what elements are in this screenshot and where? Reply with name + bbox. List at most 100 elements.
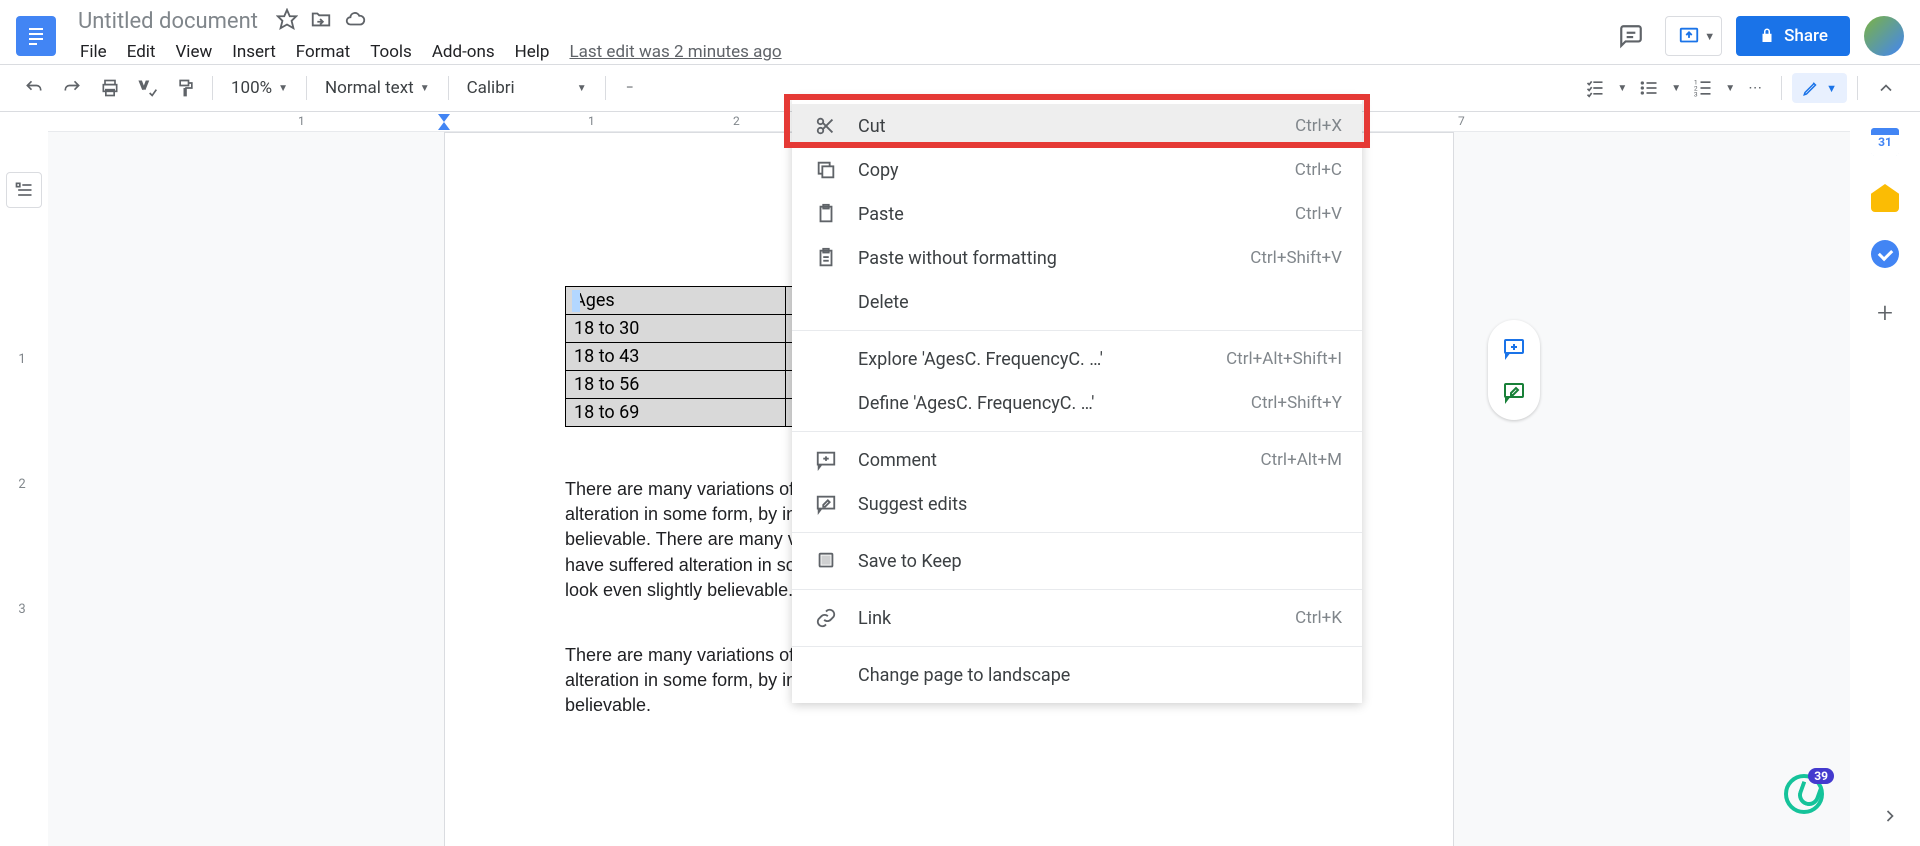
- context-menu-label: Delete: [858, 292, 1342, 313]
- last-edit-link[interactable]: Last edit was 2 minutes ago: [561, 38, 789, 66]
- add-addon-button[interactable]: +: [1877, 296, 1893, 329]
- calendar-icon[interactable]: [1871, 128, 1899, 156]
- context-menu-shortcut: Ctrl+Alt+M: [1261, 450, 1342, 470]
- blank-icon: [812, 663, 840, 687]
- context-menu-shortcut: Ctrl+V: [1295, 204, 1342, 224]
- numbered-list-button[interactable]: 123: [1685, 72, 1721, 104]
- editing-mode-button[interactable]: ▼: [1792, 73, 1847, 103]
- user-avatar[interactable]: [1864, 16, 1904, 56]
- checklist-dropdown[interactable]: ▼: [1617, 83, 1627, 94]
- copy-icon: [812, 158, 840, 182]
- menu-edit[interactable]: Edit: [119, 38, 164, 66]
- context-menu-label: Cut: [858, 116, 1295, 137]
- document-title[interactable]: Untitled document: [72, 7, 264, 36]
- context-menu-paste[interactable]: PasteCtrl+V: [792, 192, 1362, 236]
- menu-addons[interactable]: Add-ons: [424, 38, 503, 66]
- blank-icon: [812, 347, 840, 371]
- context-menu-label: Copy: [858, 160, 1295, 181]
- present-button[interactable]: ▼: [1665, 16, 1722, 56]
- menu-insert[interactable]: Insert: [224, 38, 284, 66]
- context-menu-label: Paste without formatting: [858, 248, 1250, 269]
- undo-button[interactable]: [16, 72, 52, 104]
- cloud-icon[interactable]: [344, 8, 366, 34]
- paint-format-button[interactable]: [168, 72, 204, 104]
- grammarly-badge: 39: [1808, 768, 1834, 784]
- context-menu-copy[interactable]: CopyCtrl+C: [792, 148, 1362, 192]
- suggest-icon: [812, 492, 840, 516]
- menu-format[interactable]: Format: [288, 38, 358, 66]
- menu-bar: File Edit View Insert Format Tools Add-o…: [72, 38, 1611, 66]
- indent-marker[interactable]: [438, 122, 450, 130]
- context-menu-label: Change page to landscape: [858, 665, 1342, 686]
- context-menu-save-to-keep[interactable]: Save to Keep: [792, 539, 1362, 583]
- context-menu-shortcut: Ctrl+X: [1295, 116, 1342, 136]
- header: Untitled document File Edit View Insert …: [0, 0, 1920, 64]
- suggest-edit-button[interactable]: [1496, 374, 1532, 410]
- vertical-ruler: 1 2 3: [0, 112, 48, 846]
- context-menu-comment[interactable]: CommentCtrl+Alt+M: [792, 438, 1362, 482]
- cut-icon: [812, 114, 840, 138]
- menu-tools[interactable]: Tools: [362, 38, 420, 66]
- chevron-down-icon: ▼: [1826, 82, 1837, 95]
- numbered-dropdown[interactable]: ▼: [1725, 83, 1735, 94]
- blank-icon: [812, 391, 840, 415]
- context-menu-label: Comment: [858, 450, 1261, 471]
- ruler-tick: 1: [12, 352, 32, 367]
- context-menu-link[interactable]: LinkCtrl+K: [792, 596, 1362, 640]
- checklist-button[interactable]: [1577, 72, 1613, 104]
- share-button[interactable]: Share: [1736, 16, 1850, 56]
- collapse-side-panel[interactable]: [1880, 806, 1900, 830]
- share-label: Share: [1784, 26, 1828, 46]
- ruler-tick: 2: [12, 477, 32, 492]
- collapse-button[interactable]: [1868, 72, 1904, 104]
- docs-logo[interactable]: [16, 16, 56, 56]
- keep-icon[interactable]: [1871, 184, 1899, 212]
- context-menu-suggest-edits[interactable]: Suggest edits: [792, 482, 1362, 526]
- add-comment-button[interactable]: [1496, 330, 1532, 366]
- present-icon: [1678, 25, 1700, 47]
- tasks-icon[interactable]: [1871, 240, 1899, 268]
- context-menu-explore-agesc-frequencyc[interactable]: Explore 'AgesC. FrequencyC. …'Ctrl+Alt+S…: [792, 337, 1362, 381]
- comments-icon[interactable]: [1611, 16, 1651, 56]
- style-select[interactable]: Normal text▼: [315, 72, 440, 104]
- context-menu-paste-without-formatting[interactable]: Paste without formattingCtrl+Shift+V: [792, 236, 1362, 280]
- context-menu-label: Define 'AgesC. FrequencyC. …': [858, 393, 1251, 414]
- font-decrease-button[interactable]: −: [614, 72, 646, 104]
- context-menu-cut[interactable]: CutCtrl+X: [792, 104, 1362, 148]
- chevron-down-icon: ▼: [1704, 30, 1715, 43]
- spellcheck-button[interactable]: [130, 72, 166, 104]
- menu-file[interactable]: File: [72, 38, 115, 66]
- ruler-tick: 7: [1458, 114, 1465, 128]
- grammarly-widget[interactable]: 39: [1784, 774, 1828, 818]
- context-menu-label: Suggest edits: [858, 494, 1342, 515]
- context-menu: CutCtrl+XCopyCtrl+CPasteCtrl+VPaste with…: [792, 98, 1362, 703]
- move-icon[interactable]: [310, 8, 332, 34]
- context-menu-shortcut: Ctrl+Shift+Y: [1251, 393, 1342, 413]
- context-menu-label: Paste: [858, 204, 1295, 225]
- context-menu-change-page-to-landscape[interactable]: Change page to landscape: [792, 653, 1362, 697]
- bullet-dropdown[interactable]: ▼: [1671, 83, 1681, 94]
- font-select[interactable]: Calibri▼: [457, 72, 597, 104]
- context-menu-shortcut: Ctrl+Alt+Shift+I: [1226, 349, 1342, 369]
- comment-icon: [812, 448, 840, 472]
- keep-icon: [812, 549, 840, 573]
- more-button[interactable]: ⋯: [1739, 72, 1771, 104]
- context-menu-delete[interactable]: Delete: [792, 280, 1362, 324]
- lock-icon: [1758, 27, 1776, 45]
- floating-buttons: [1488, 320, 1540, 420]
- ruler-tick: 2: [733, 114, 740, 128]
- context-menu-define-agesc-frequencyc[interactable]: Define 'AgesC. FrequencyC. …'Ctrl+Shift+…: [792, 381, 1362, 425]
- side-panel: +: [1850, 112, 1920, 846]
- print-button[interactable]: [92, 72, 128, 104]
- outline-button[interactable]: [6, 172, 42, 208]
- indent-marker[interactable]: [438, 114, 450, 122]
- context-menu-label: Link: [858, 608, 1295, 629]
- redo-button[interactable]: [54, 72, 90, 104]
- link-icon: [812, 606, 840, 630]
- menu-help[interactable]: Help: [507, 38, 558, 66]
- menu-view[interactable]: View: [167, 38, 220, 66]
- zoom-select[interactable]: 100%▼: [221, 72, 298, 104]
- star-icon[interactable]: [276, 8, 298, 34]
- bulleted-list-button[interactable]: [1631, 72, 1667, 104]
- pencil-icon: [1802, 79, 1820, 97]
